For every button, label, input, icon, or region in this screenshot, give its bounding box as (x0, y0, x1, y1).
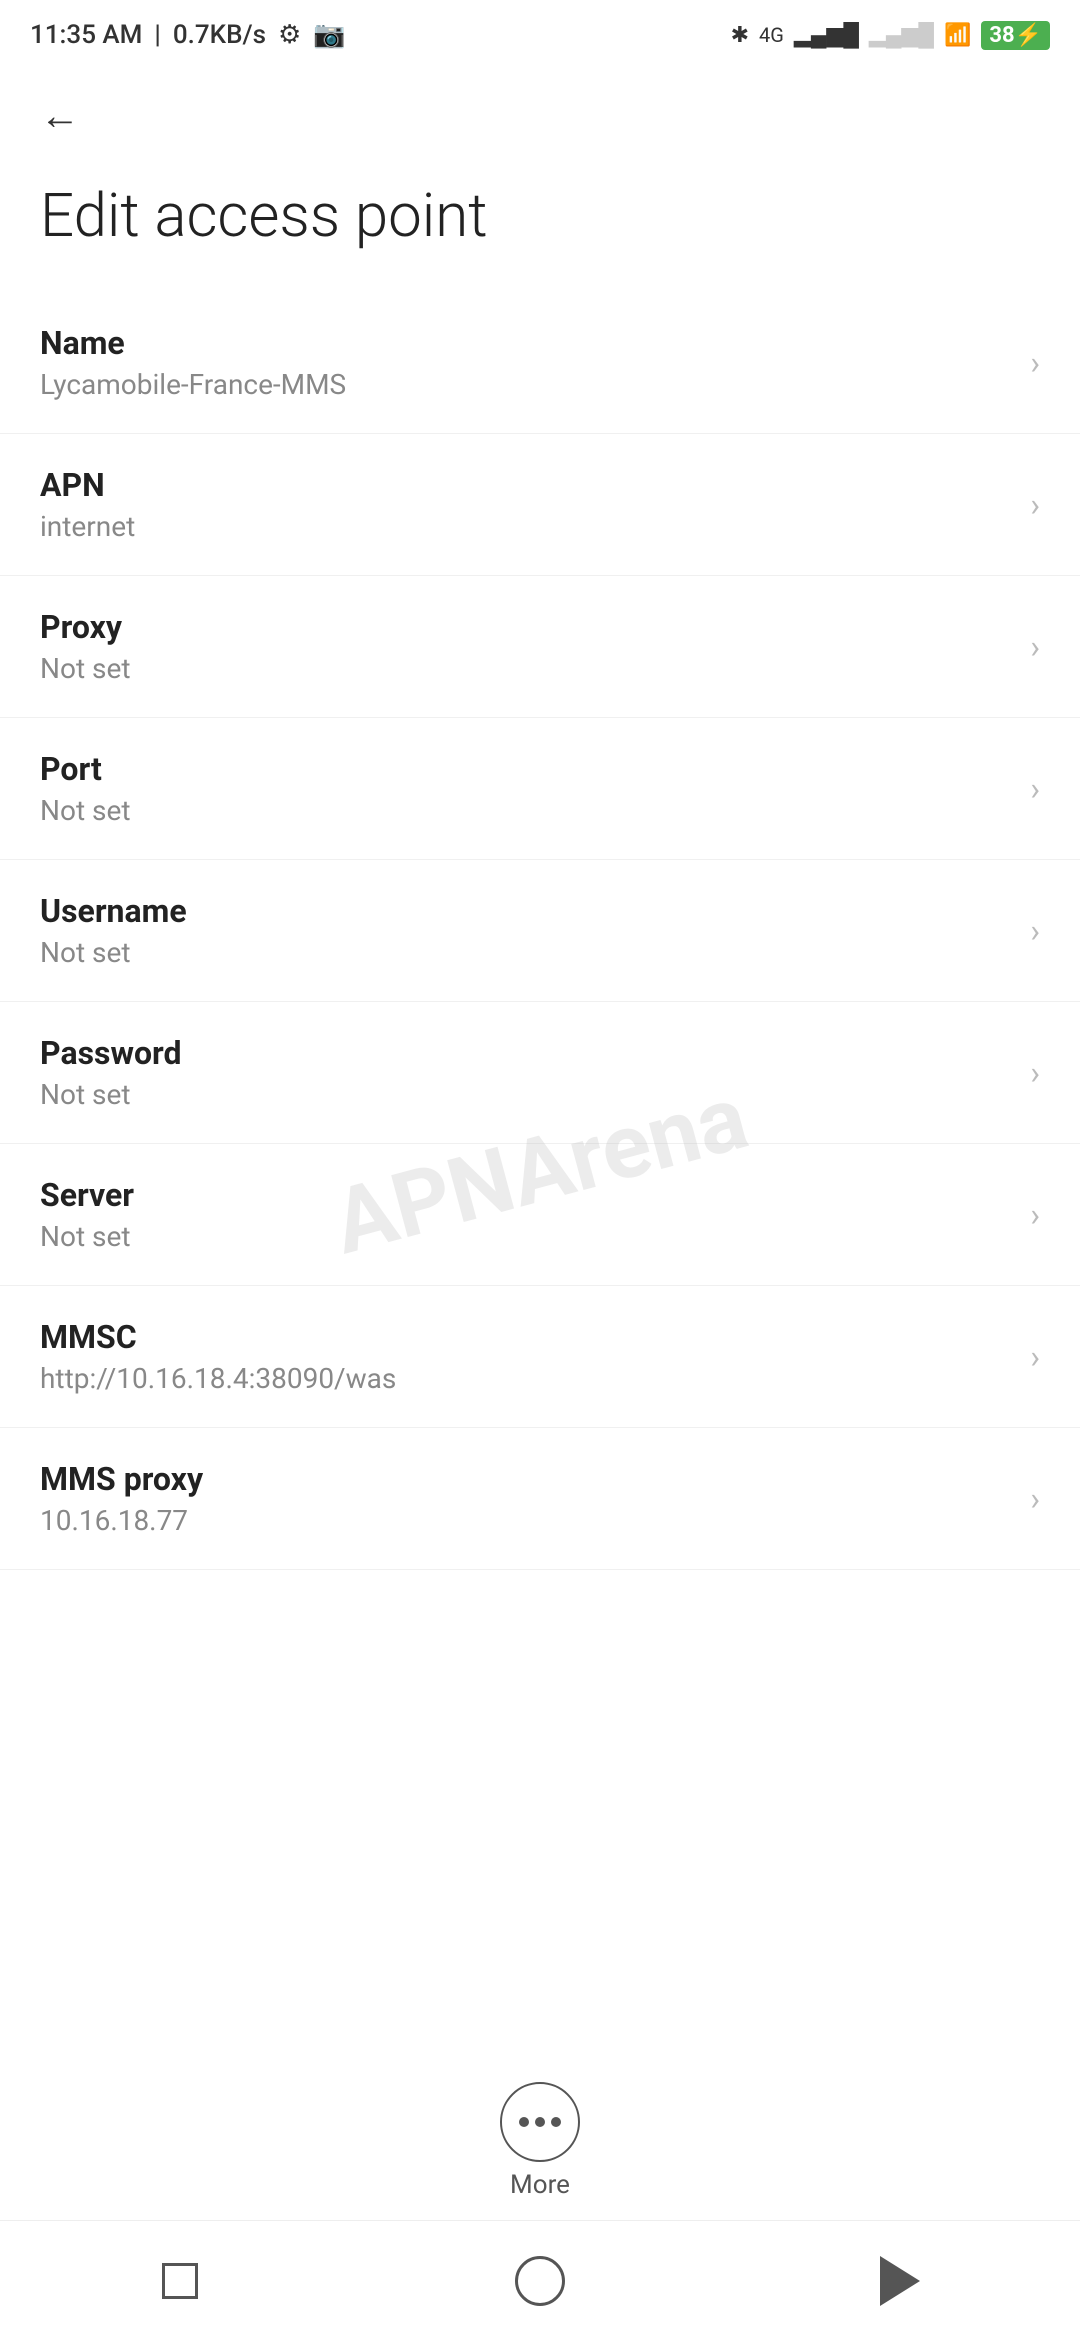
top-bar: ← (0, 70, 1080, 160)
battery-display: 38 ⚡ (981, 21, 1050, 50)
network-speed: 0.7KB/s (173, 20, 266, 50)
back-arrow-icon: ← (40, 92, 80, 139)
chevron-right-icon-proxy: › (1030, 628, 1040, 666)
settings-item-content-port: Port Not set (40, 750, 1010, 827)
more-circle-icon (500, 2082, 580, 2162)
settings-item-proxy[interactable]: Proxy Not set › (0, 576, 1080, 718)
chevron-right-icon-name: › (1030, 344, 1040, 382)
chevron-right-icon-password: › (1030, 1054, 1040, 1092)
nav-back-button[interactable] (860, 2241, 940, 2321)
video-icon: 📷 (313, 20, 345, 50)
settings-value-name: Lycamobile-France-MMS (40, 368, 1010, 401)
settings-icon: ⚙ (278, 20, 301, 50)
settings-item-server[interactable]: Server Not set › (0, 1144, 1080, 1286)
settings-label-proxy: Proxy (40, 608, 1010, 646)
status-right: ✱ 4G ▂▄▆█ ▂▄▆█ 📶 38 ⚡ (731, 21, 1050, 50)
settings-item-content-proxy: Proxy Not set (40, 608, 1010, 685)
settings-item-content-mms-proxy: MMS proxy 10.16.18.77 (40, 1460, 1010, 1537)
signal-bars-icon: ▂▄▆█ (794, 22, 859, 48)
settings-item-content-mmsc: MMSC http://10.16.18.4:38090/was (40, 1318, 1010, 1395)
page-title-container: Edit access point (0, 160, 1080, 292)
nav-bar (0, 2220, 1080, 2340)
nav-recents-button[interactable] (140, 2241, 220, 2321)
settings-item-mmsc[interactable]: MMSC http://10.16.18.4:38090/was › (0, 1286, 1080, 1428)
settings-item-content-password: Password Not set (40, 1034, 1010, 1111)
signal-4g-icon: 4G (759, 23, 784, 47)
settings-label-username: Username (40, 892, 1010, 930)
signal-bars-2-icon: ▂▄▆█ (869, 22, 934, 48)
settings-value-mmsc: http://10.16.18.4:38090/was (40, 1362, 1010, 1395)
settings-label-port: Port (40, 750, 1010, 788)
settings-item-content-apn: APN internet (40, 466, 1010, 543)
settings-item-name[interactable]: Name Lycamobile-France-MMS › (0, 292, 1080, 434)
nav-back-icon (880, 2256, 920, 2306)
back-button[interactable]: ← (30, 85, 90, 145)
settings-item-port[interactable]: Port Not set › (0, 718, 1080, 860)
settings-label-mmsc: MMSC (40, 1318, 1010, 1356)
chevron-right-icon-apn: › (1030, 486, 1040, 524)
chevron-right-icon-username: › (1030, 912, 1040, 950)
settings-label-password: Password (40, 1034, 1010, 1072)
status-left: 11:35 AM | 0.7KB/s ⚙ 📷 (30, 20, 346, 50)
settings-value-password: Not set (40, 1078, 1010, 1111)
speed-display: | (154, 20, 160, 50)
settings-value-proxy: Not set (40, 652, 1010, 685)
more-label: More (510, 2170, 570, 2200)
nav-home-button[interactable] (500, 2241, 580, 2321)
wifi-icon: 📶 (944, 23, 971, 48)
settings-value-username: Not set (40, 936, 1010, 969)
settings-value-server: Not set (40, 1220, 1010, 1253)
page-title: Edit access point (40, 180, 1040, 252)
chevron-right-icon-mmsc: › (1030, 1338, 1040, 1376)
settings-item-username[interactable]: Username Not set › (0, 860, 1080, 1002)
chevron-right-icon-server: › (1030, 1196, 1040, 1234)
bluetooth-icon: ✱ (731, 23, 749, 48)
chevron-right-icon-port: › (1030, 770, 1040, 808)
settings-value-mms-proxy: 10.16.18.77 (40, 1504, 1010, 1537)
settings-value-apn: internet (40, 510, 1010, 543)
more-button[interactable]: More (500, 2082, 580, 2200)
nav-home-icon (515, 2256, 565, 2306)
chevron-right-icon-mms-proxy: › (1030, 1480, 1040, 1518)
settings-item-apn[interactable]: APN internet › (0, 434, 1080, 576)
status-bar: 11:35 AM | 0.7KB/s ⚙ 📷 ✱ 4G ▂▄▆█ ▂▄▆█ 📶 … (0, 0, 1080, 70)
settings-label-apn: APN (40, 466, 1010, 504)
settings-label-mms-proxy: MMS proxy (40, 1460, 1010, 1498)
settings-label-name: Name (40, 324, 1010, 362)
nav-recents-icon (162, 2263, 198, 2299)
settings-item-content-username: Username Not set (40, 892, 1010, 969)
settings-value-port: Not set (40, 794, 1010, 827)
time-display: 11:35 AM (30, 20, 142, 50)
more-dots-icon (519, 2117, 561, 2127)
settings-list: Name Lycamobile-France-MMS › APN interne… (0, 292, 1080, 1570)
settings-item-content-name: Name Lycamobile-France-MMS (40, 324, 1010, 401)
settings-item-content-server: Server Not set (40, 1176, 1010, 1253)
settings-label-server: Server (40, 1176, 1010, 1214)
settings-item-mms-proxy[interactable]: MMS proxy 10.16.18.77 › (0, 1428, 1080, 1570)
settings-item-password[interactable]: Password Not set › (0, 1002, 1080, 1144)
